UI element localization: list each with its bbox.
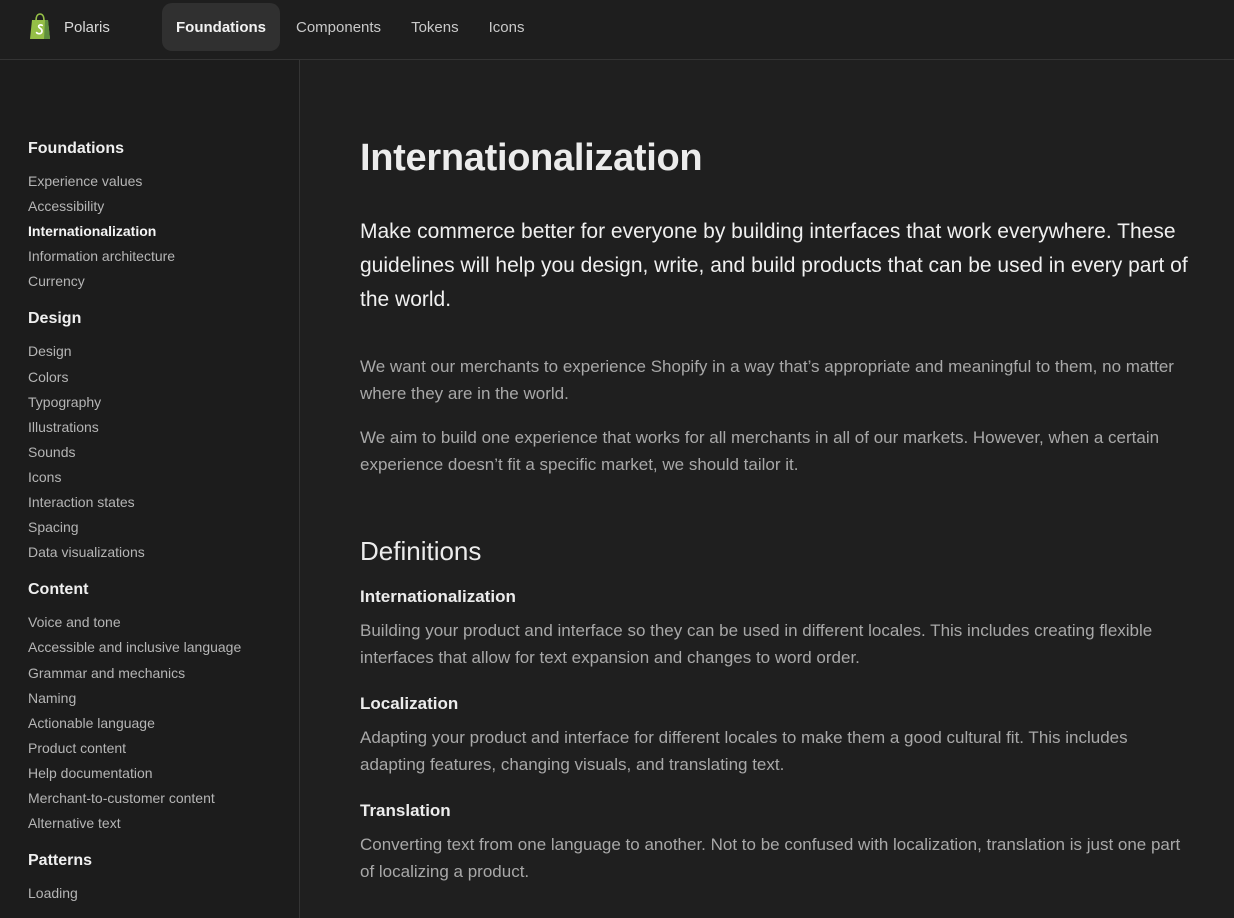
definition-term: Translation — [360, 801, 451, 820]
sidebar-section-title: Content — [28, 581, 89, 599]
sidebar-item-spacing[interactable]: Spacing — [28, 515, 299, 540]
nav-tab-icons[interactable]: Icons — [475, 3, 539, 51]
top-bar: Polaris Foundations Components Tokens Ic… — [0, 0, 1234, 60]
brand-home-link[interactable]: Polaris — [28, 13, 110, 41]
sidebar-nav: Foundations Experience values Accessibil… — [0, 60, 300, 918]
page-title: Internationalization — [360, 137, 703, 179]
body-paragraph: We aim to build one experience that work… — [360, 428, 1160, 474]
nav-tab-foundations[interactable]: Foundations — [162, 3, 280, 51]
sidebar-item-product-content[interactable]: Product content — [28, 736, 299, 761]
sidebar-item-experience-values[interactable]: Experience values — [28, 169, 299, 194]
sidebar-item-illustrations[interactable]: Illustrations — [28, 415, 299, 440]
sidebar-item-currency[interactable]: Currency — [28, 269, 299, 294]
sidebar-item-typography[interactable]: Typography — [28, 390, 299, 415]
sidebar-item-naming[interactable]: Naming — [28, 686, 299, 711]
lead-paragraph: Make commerce better for everyone by bui… — [360, 220, 1188, 311]
sidebar-section-title: Patterns — [28, 852, 93, 870]
definition-description: Adapting your product and interface for … — [360, 728, 1128, 774]
sidebar-item-actionable-language[interactable]: Actionable language — [28, 711, 299, 736]
definition-description: Converting text from one language to ano… — [360, 835, 1181, 881]
definitions-heading: Definitions — [360, 536, 482, 566]
sidebar-section-content: Content Voice and tone Accessible and in… — [28, 579, 299, 836]
definition-term: Internationalization — [360, 587, 516, 606]
top-nav: Foundations Components Tokens Icons — [162, 3, 540, 51]
sidebar-item-sounds[interactable]: Sounds — [28, 440, 299, 465]
sidebar-item-data-visualizations[interactable]: Data visualizations — [28, 540, 299, 565]
nav-tab-tokens[interactable]: Tokens — [397, 3, 473, 51]
definition-term: Localization — [360, 694, 459, 713]
sidebar-item-internationalization[interactable]: Internationalization — [28, 219, 299, 244]
sidebar-item-icons[interactable]: Icons — [28, 465, 299, 490]
brand-name: Polaris — [64, 18, 110, 36]
sidebar-section-patterns: Patterns Loading — [28, 850, 299, 906]
sidebar-item-colors[interactable]: Colors — [28, 365, 299, 390]
sidebar-item-accessibility[interactable]: Accessibility — [28, 194, 299, 219]
sidebar-item-design[interactable]: Design — [28, 339, 299, 364]
sidebar-item-accessible-inclusive-language[interactable]: Accessible and inclusive language — [28, 635, 299, 660]
sidebar-section-title: Design — [28, 310, 82, 328]
sidebar-item-loading[interactable]: Loading — [28, 881, 299, 906]
sidebar-item-interaction-states[interactable]: Interaction states — [28, 490, 299, 515]
body-paragraph: We want our merchants to experience Shop… — [360, 357, 1174, 403]
nav-tab-components[interactable]: Components — [282, 3, 395, 51]
sidebar-item-merchant-to-customer-content[interactable]: Merchant-to-customer content — [28, 786, 299, 811]
sidebar-item-help-documentation[interactable]: Help documentation — [28, 761, 299, 786]
main-content: Internationalization Make commerce bette… — [300, 60, 1234, 918]
sidebar-item-grammar-and-mechanics[interactable]: Grammar and mechanics — [28, 661, 299, 686]
sidebar-section-foundations: Foundations Experience values Accessibil… — [28, 138, 299, 294]
definition-description: Building your product and interface so t… — [360, 621, 1153, 667]
sidebar-item-voice-and-tone[interactable]: Voice and tone — [28, 610, 299, 635]
shopify-bag-icon — [30, 13, 50, 39]
sidebar-section-title: Foundations — [28, 140, 124, 157]
sidebar-item-information-architecture[interactable]: Information architecture — [28, 244, 299, 269]
sidebar-item-alternative-text[interactable]: Alternative text — [28, 811, 299, 836]
sidebar-section-design: Design Design Colors Typography Illustra… — [28, 308, 299, 565]
